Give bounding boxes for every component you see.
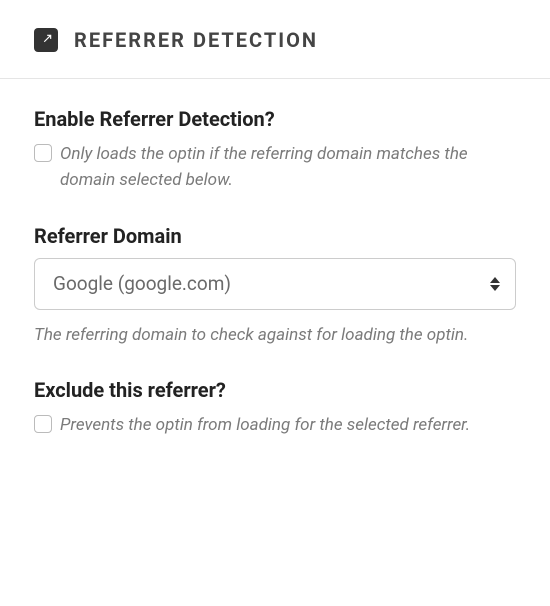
exclude-referrer-checkbox[interactable] [34, 415, 52, 433]
enable-referrer-desc: Only loads the optin if the referring do… [60, 141, 516, 194]
referrer-domain-helper: The referring domain to check against fo… [34, 322, 516, 348]
exclude-referrer-title: Exclude this referrer? [34, 378, 516, 402]
referrer-domain-select[interactable]: Google (google.com) [34, 258, 516, 310]
referrer-domain-section: Referrer Domain Google (google.com) The … [34, 224, 516, 348]
arrow-out-icon [34, 28, 58, 52]
section-header: REFERRER DETECTION [34, 28, 516, 52]
exclude-referrer-section: Exclude this referrer? Prevents the opti… [34, 378, 516, 438]
enable-referrer-title: Enable Referrer Detection? [34, 107, 516, 131]
enable-referrer-section: Enable Referrer Detection? Only loads th… [34, 107, 516, 194]
section-title: REFERRER DETECTION [74, 28, 318, 52]
exclude-referrer-desc: Prevents the optin from loading for the … [60, 412, 470, 438]
referrer-domain-selected-value: Google (google.com) [53, 272, 231, 295]
referrer-domain-title: Referrer Domain [34, 224, 516, 248]
enable-referrer-checkbox[interactable] [34, 144, 52, 162]
divider [0, 78, 550, 79]
